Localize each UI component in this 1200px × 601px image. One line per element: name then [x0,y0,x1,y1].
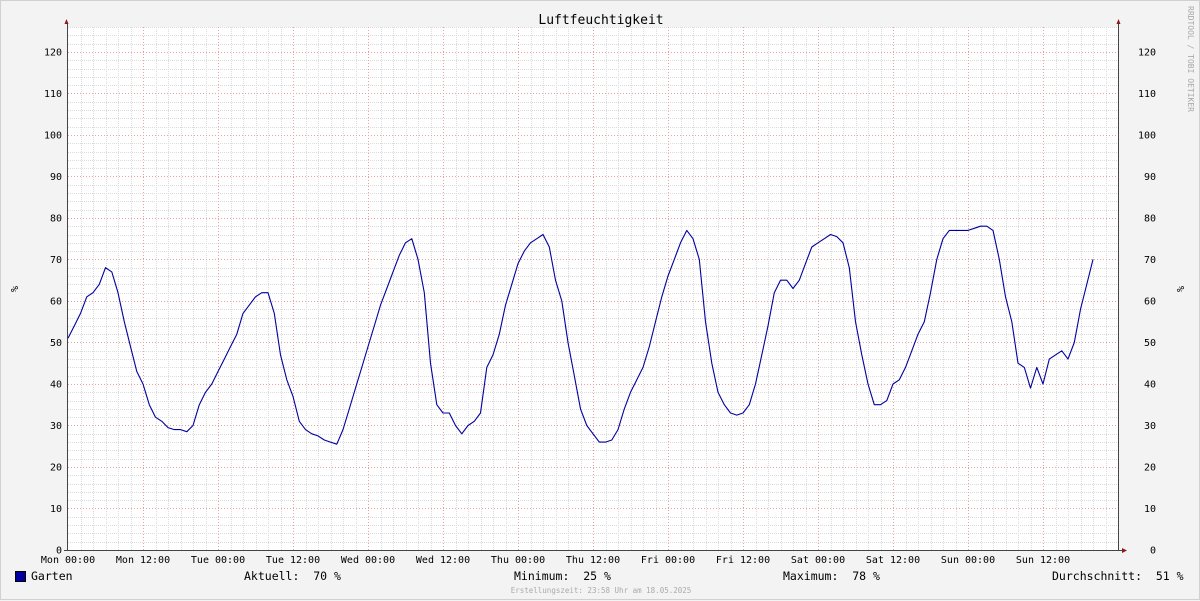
x-tick-label: Mon 00:00 [41,555,95,566]
x-tick-label: Sun 00:00 [941,555,995,566]
y-tick-label-right: 110 [1138,89,1156,100]
x-tick-label: Sun 12:00 [1016,555,1070,566]
legend-min-label: Minimum: [514,569,570,583]
x-tick-label: Wed 00:00 [341,555,395,566]
x-tick-label: Tue 12:00 [266,555,320,566]
y-tick-label-left: 10 [50,504,62,515]
y-tick-label-right: 20 [1144,462,1156,473]
y-axis-arrow-right [1116,19,1121,24]
legend-current: Aktuell: 70 % [244,569,341,583]
chart-frame: Luftfeuchtigkeit RRDTOOL / TOBI OETIKER … [0,0,1200,600]
legend-avg-label: Durchschnitt: [1052,569,1143,583]
x-tick-label: Sat 12:00 [866,555,920,566]
y-tick-label-right: 0 [1150,546,1156,557]
legend-series-name: Garten [31,569,73,583]
y-tick-label-right: 60 [1144,296,1156,307]
x-tick-label: Mon 12:00 [116,555,170,566]
y-tick-label-left: 100 [44,130,62,141]
y-tick-label-right: 50 [1144,338,1156,349]
humidity-chart: Luftfeuchtigkeit RRDTOOL / TOBI OETIKER … [8,6,1195,566]
y-unit-right: % [1174,286,1185,292]
y-tick-label-right: 90 [1144,172,1156,183]
y-tick-label-right: 120 [1138,47,1156,58]
y-tick-label-right: 10 [1144,504,1156,515]
legend-minimum: Minimum: 25 % [514,569,611,583]
y-tick-label-right: 30 [1144,421,1156,432]
legend-swatch-garten [15,571,26,582]
legend-current-label: Aktuell: [244,569,300,583]
x-tick-label: Sat 00:00 [791,555,845,566]
y-tick-label-right: 40 [1144,379,1156,390]
legend-average: Durchschnitt: 51 % [1052,569,1184,583]
y-unit-left: % [8,286,19,292]
y-tick-label-left: 70 [50,255,62,266]
y-axis-arrow-left [64,19,69,24]
y-tick-label-left: 120 [44,47,62,58]
y-tick-label-left: 30 [50,421,62,432]
x-tick-label: Tue 00:00 [191,555,245,566]
y-tick-label-left: 50 [50,338,62,349]
y-tick-label-right: 70 [1144,255,1156,266]
y-tick-label-left: 110 [44,89,62,100]
x-tick-label: Fri 12:00 [716,555,770,566]
legend-maximum: Maximum: 78 % [783,569,880,583]
rrdtool-watermark: RRDTOOL / TOBI OETIKER [1186,6,1195,112]
x-axis-arrow [1122,548,1127,553]
footer-timestamp: Erstellungszeit: 23:58 Uhr am 18.05.2025 [510,586,692,595]
legend-min-value: 25 % [583,569,611,583]
y-tick-label-left: 60 [50,296,62,307]
x-tick-label: Thu 12:00 [566,555,620,566]
legend-max-label: Maximum: [783,569,839,583]
x-tick-label: Thu 00:00 [491,555,545,566]
y-tick-label-right: 100 [1138,130,1156,141]
legend-max-value: 78 % [852,569,880,583]
y-tick-label-left: 90 [50,172,62,183]
x-tick-label: Wed 12:00 [416,555,470,566]
chart-title: Luftfeuchtigkeit [538,13,663,28]
y-tick-label-left: 20 [50,462,62,473]
legend-avg-value: 51 % [1155,569,1184,583]
x-tick-label: Fri 00:00 [641,555,695,566]
legend-current-value: 70 % [313,569,341,583]
y-tick-label-left: 40 [50,379,62,390]
y-tick-label-right: 80 [1144,213,1156,224]
y-tick-label-left: 80 [50,213,62,224]
